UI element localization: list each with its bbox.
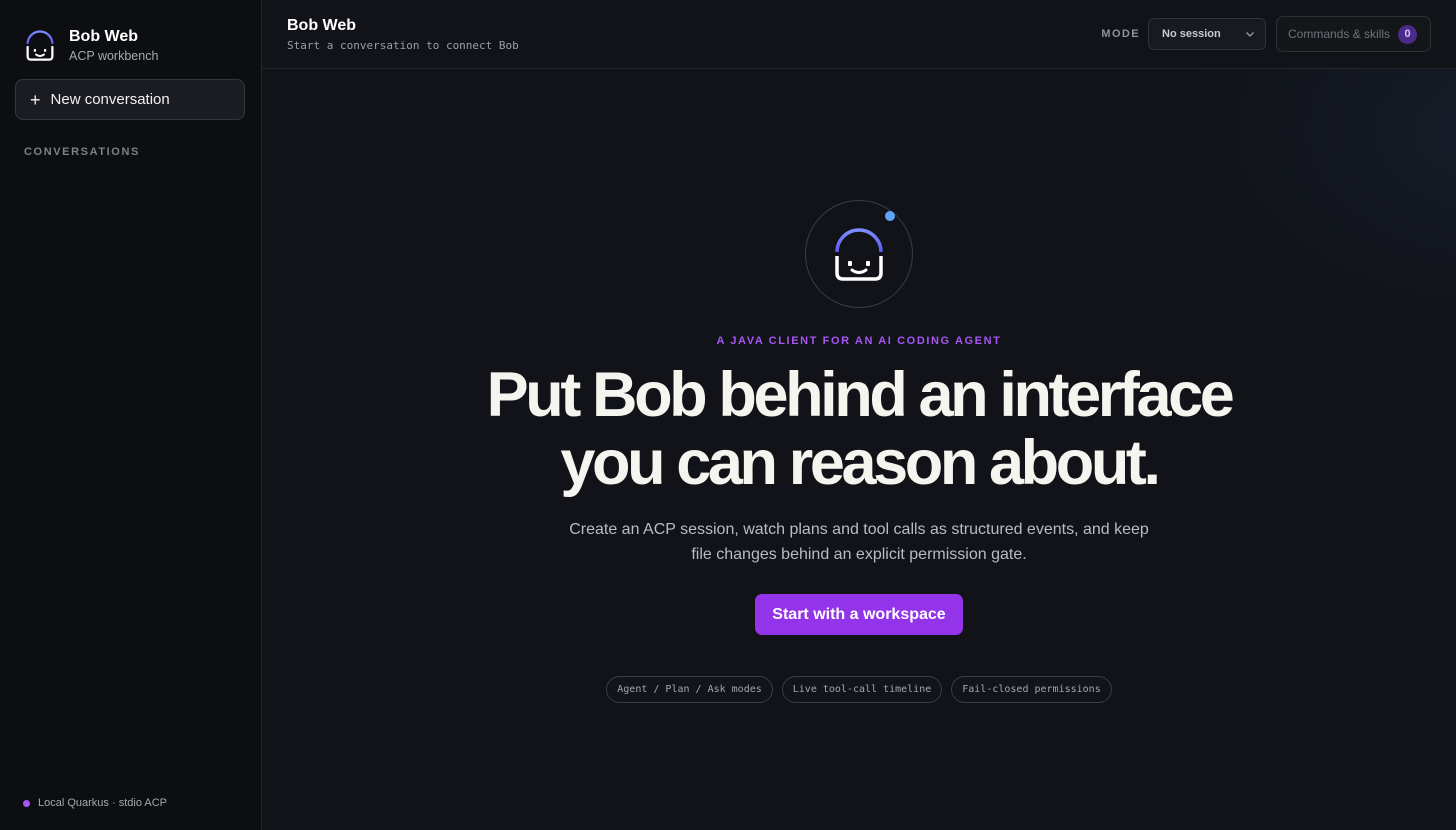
mode-select-value: No session [1162,28,1221,40]
new-conversation-label: New conversation [50,91,170,108]
topbar: Bob Web Start a conversation to connect … [262,0,1456,69]
brand-title: Bob Web [69,27,139,45]
hero: A JAVA CLIENT FOR AN AI CODING AGENT Put… [262,69,1456,703]
feature-chip: Agent / Plan / Ask modes [606,676,773,703]
connection-status-text: Local Quarkus · stdio ACP [38,797,168,809]
status-dot [23,799,30,807]
feature-chips: Agent / Plan / Ask modes Live tool-call … [606,676,1112,703]
hero-eyebrow: A JAVA CLIENT FOR AN AI CODING AGENT [716,335,1002,347]
hero-headline: Put Bob behind an interface you can reas… [486,360,1235,498]
feature-chip: Live tool-call timeline [781,676,943,703]
hero-avatar [805,200,913,308]
brand-subtitle: ACP workbench [69,48,159,63]
online-indicator [885,211,895,221]
conversations-heading: CONVERSATIONS [24,146,140,158]
mode-select[interactable]: No session [1148,18,1266,50]
chevron-down-icon [1246,32,1254,37]
commands-skills-button[interactable]: Commands & skills 0 [1276,16,1431,52]
bob-helmet-icon [24,30,56,61]
start-workspace-button[interactable]: Start with a workspace [755,594,963,635]
commands-skills-label: Commands & skills [1288,27,1391,41]
mode-label: MODE [1101,28,1140,40]
hero-description: Create an ACP session, watch plans and t… [569,521,1149,563]
bob-helmet-icon [830,228,888,281]
feature-chip: Fail-closed permissions [951,676,1112,703]
hero-headline-line-2: you can reason about. [560,428,1161,498]
sidebar: Bob Web ACP workbench + New conversation… [0,0,262,830]
hero-headline-line-1: Put Bob behind an interface [486,360,1235,430]
app-window: Bob Web ACP workbench + New conversation… [0,0,1456,830]
brand: Bob Web ACP workbench [0,0,261,70]
page-title: Bob Web [287,16,357,34]
connection-status: Local Quarkus · stdio ACP [23,797,167,809]
main-panel: Bob Web Start a conversation to connect … [262,0,1456,830]
commands-count-badge: 0 [1398,24,1418,44]
plus-icon: + [30,89,41,110]
page-subtitle: Start a conversation to connect Bob [287,38,519,52]
new-conversation-button[interactable]: + New conversation [15,79,245,120]
